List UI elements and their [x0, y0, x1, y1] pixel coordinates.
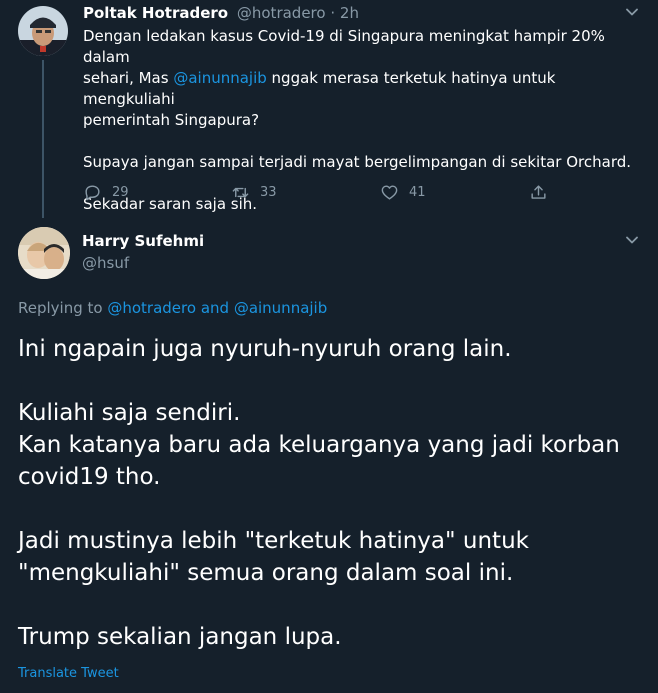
avatar[interactable]: [18, 227, 70, 279]
mention-link[interactable]: @ainunnajib: [234, 299, 327, 317]
mention-link[interactable]: @ainunnajib: [173, 69, 266, 87]
tweet-text: Ini ngapain juga nyuruh-nyuruh orang lai…: [18, 333, 648, 653]
chevron-down-icon[interactable]: [624, 232, 640, 248]
tweet-line: sehari, Mas @ainunnajib nggak merasa ter…: [83, 68, 648, 110]
tweet-header: Poltak Hotradero @hotradero · 2h: [83, 4, 359, 22]
tweet-line: pemerintah Singapura?: [83, 111, 260, 129]
chevron-down-icon[interactable]: [624, 4, 640, 20]
separator: ·: [330, 4, 336, 22]
tweet-actions: 29 33 41: [83, 183, 583, 207]
tweet-line: covid19 tho.: [18, 464, 161, 490]
author-handle[interactable]: @hotradero: [237, 4, 326, 22]
reply-button[interactable]: 29: [83, 183, 129, 202]
tweet-time[interactable]: 2h: [340, 4, 359, 22]
translate-tweet-link[interactable]: Translate Tweet: [18, 666, 119, 681]
replying-and: and: [196, 299, 234, 317]
main-tweet[interactable]: Harry Sufehmi @hsuf Replying to @hotrade…: [0, 222, 658, 693]
avatar-photo: [18, 6, 68, 56]
tweet-line: Ini ngapain juga nyuruh-nyuruh orang lai…: [18, 336, 512, 362]
replying-to: Replying to @hotradero and @ainunnajib: [18, 299, 327, 317]
reply-icon: [85, 185, 100, 201]
tweet-line: Kan katanya baru ada keluarganya yang ja…: [18, 432, 620, 458]
text-span: sehari, Mas: [83, 69, 174, 87]
retweet-icon: [232, 187, 249, 198]
author-handle[interactable]: @hsuf: [82, 254, 129, 272]
avatar[interactable]: [18, 6, 68, 56]
tweet-line: Trump sekalian jangan lupa.: [18, 624, 342, 650]
tweet-line: Jadi mustinya lebih "terketuk hatinya" u…: [18, 528, 529, 554]
like-count: 41: [409, 185, 426, 200]
author-name[interactable]: Harry Sufehmi: [82, 232, 204, 250]
author-name[interactable]: Poltak Hotradero: [83, 4, 228, 22]
mention-link[interactable]: @hotradero: [107, 299, 196, 317]
tweet-line: "mengkuliahi" semua orang dalam soal ini…: [18, 560, 514, 586]
avatar-photo: [18, 227, 70, 279]
reply-count: 29: [112, 185, 129, 200]
tweet-line: Supaya jangan sampai terjadi mayat berge…: [83, 153, 632, 171]
retweet-count: 33: [260, 185, 277, 200]
share-icon: [531, 185, 546, 199]
share-button[interactable]: [529, 183, 548, 202]
parent-tweet[interactable]: Poltak Hotradero @hotradero · 2h Dengan …: [0, 0, 658, 222]
thread-line: [42, 60, 44, 218]
like-button[interactable]: 41: [380, 183, 426, 202]
heart-icon: [381, 185, 398, 200]
tweet-line: Kuliahi saja sendiri.: [18, 400, 241, 426]
retweet-button[interactable]: 33: [231, 183, 277, 202]
replying-to-label: Replying to: [18, 299, 108, 317]
tweet-line: Dengan ledakan kasus Covid-19 di Singapu…: [83, 27, 605, 66]
